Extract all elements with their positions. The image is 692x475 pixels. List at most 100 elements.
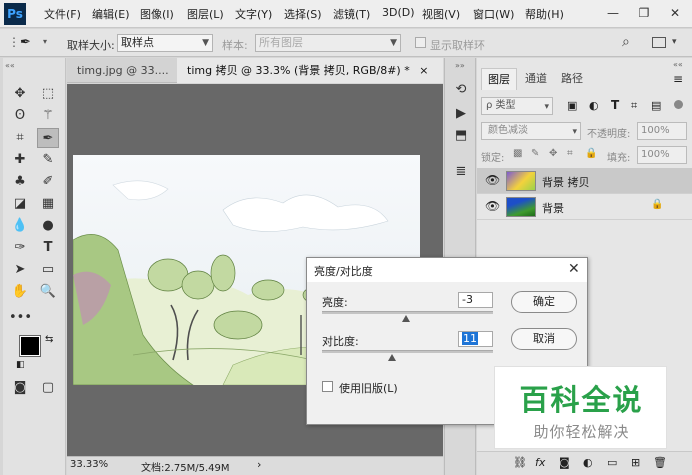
sample-select[interactable]: 所有图层 ▼ xyxy=(255,34,401,52)
preset-dropdown-icon[interactable]: ▾ xyxy=(43,37,47,46)
sample-size-select[interactable]: 取样点 ▼ xyxy=(117,34,213,52)
tab-paths[interactable]: 路径 xyxy=(555,68,589,90)
zoom-level[interactable]: 33.33% xyxy=(70,459,108,470)
eraser-tool-icon[interactable]: ◪ xyxy=(9,194,31,214)
filter-toggle-icon[interactable] xyxy=(674,100,683,109)
menu-filter[interactable]: 滤镜(T) xyxy=(333,6,370,22)
show-ring-checkbox[interactable] xyxy=(415,37,426,48)
filter-shape-icon[interactable]: ⌗ xyxy=(631,99,637,113)
brush-tool-icon[interactable]: ✎ xyxy=(37,150,59,170)
blur-tool-icon[interactable]: 💧 xyxy=(9,216,31,236)
minimize-button[interactable]: — xyxy=(598,4,628,22)
filter-type-icon[interactable]: T xyxy=(611,98,619,112)
menu-file[interactable]: 文件(F) xyxy=(44,6,81,22)
collapse-arrows-icon[interactable]: »» xyxy=(455,61,465,70)
close-window-button[interactable]: ✕ xyxy=(660,4,690,22)
lock-transparency-icon[interactable]: ▩ xyxy=(513,148,522,159)
more-tools-icon[interactable]: ••• xyxy=(9,308,32,328)
brightness-slider-thumb[interactable] xyxy=(401,315,410,322)
actions-play-icon[interactable]: ▶ xyxy=(451,104,471,124)
restore-button[interactable]: ❐ xyxy=(629,4,659,22)
menu-edit[interactable]: 编辑(E) xyxy=(92,6,130,22)
zoom-tool-icon[interactable]: 🔍 xyxy=(37,282,59,302)
visibility-eye-icon[interactable]: 👁 xyxy=(485,199,500,213)
menu-image[interactable]: 图像(I) xyxy=(140,6,174,22)
gradient-tool-icon[interactable]: ▦ xyxy=(37,194,59,214)
contrast-slider-track[interactable] xyxy=(322,350,493,353)
menu-type[interactable]: 文字(Y) xyxy=(235,6,272,22)
clone-stamp-tool-icon[interactable]: ♣ xyxy=(9,172,31,192)
legacy-checkbox[interactable] xyxy=(322,381,333,392)
dodge-tool-icon[interactable]: ● xyxy=(37,216,59,236)
tab-layers[interactable]: 图层 xyxy=(481,68,517,90)
layer-name[interactable]: 背景 拷贝 xyxy=(542,174,590,190)
lasso-tool-icon[interactable]: ʘ xyxy=(9,106,31,126)
layer-name[interactable]: 背景 xyxy=(542,200,564,216)
filter-smart-object-icon[interactable]: ▤ xyxy=(651,99,661,112)
properties-panel-icon[interactable]: ≣ xyxy=(451,162,471,182)
eyedropper-tool-preset-icon[interactable]: ✒ xyxy=(20,35,31,50)
history-brush-tool-icon[interactable]: ✐ xyxy=(37,172,59,192)
trash-icon[interactable]: 🗑 xyxy=(653,456,667,469)
hand-tool-icon[interactable]: ✋ xyxy=(9,282,31,302)
contrast-slider-thumb[interactable] xyxy=(387,354,396,361)
brightness-slider-track[interactable] xyxy=(322,311,493,314)
tab-timg-copy[interactable]: timg 拷贝 @ 33.3% (背景 拷贝, RGB/8#) * × xyxy=(177,58,443,83)
workspace-dropdown-icon[interactable]: ▾ xyxy=(672,37,677,47)
screen-mode-icon[interactable]: ▢ xyxy=(37,378,59,398)
add-mask-icon[interactable]: ◙ xyxy=(559,456,570,469)
path-selection-tool-icon[interactable]: ➤ xyxy=(9,260,31,280)
move-tool-icon[interactable]: ✥ xyxy=(9,84,31,104)
layer-filter-select[interactable]: ρ 类型 ▾ xyxy=(481,97,553,115)
pen-tool-icon[interactable]: ✑ xyxy=(9,238,31,258)
menu-help[interactable]: 帮助(H) xyxy=(525,6,564,22)
status-menu-arrow-icon[interactable]: › xyxy=(257,458,261,471)
close-icon[interactable]: ✕ xyxy=(568,261,580,277)
brightness-input[interactable]: -3 xyxy=(458,292,493,308)
collapse-arrows-icon[interactable]: «« xyxy=(5,61,15,70)
collapse-arrows-icon[interactable]: «« xyxy=(673,60,683,69)
type-tool-icon[interactable]: T xyxy=(37,238,59,258)
blend-mode-select[interactable]: 颜色减淡 ▾ xyxy=(481,122,581,140)
quick-mask-icon[interactable]: ◙ xyxy=(9,378,31,398)
cancel-button[interactable]: 取消 xyxy=(511,328,577,350)
default-colors-icon[interactable]: ◧ xyxy=(16,360,25,370)
rectangle-tool-icon[interactable]: ▭ xyxy=(37,260,59,280)
fill-field[interactable]: 100% xyxy=(637,146,687,164)
magic-wand-tool-icon[interactable]: ⚚ xyxy=(37,106,59,126)
menu-layer[interactable]: 图层(L) xyxy=(187,6,224,22)
menu-3d[interactable]: 3D(D) xyxy=(382,6,415,19)
tab-timg-jpg[interactable]: timg.jpg @ 33.... × xyxy=(67,58,189,83)
lock-artboard-icon[interactable]: ⌗ xyxy=(567,148,573,159)
lock-pixels-icon[interactable]: ✎ xyxy=(531,148,539,159)
ok-button[interactable]: 确定 xyxy=(511,291,577,313)
lock-all-icon[interactable]: 🔒 xyxy=(585,148,597,159)
eyedropper-tool-icon[interactable]: ✒ xyxy=(37,128,59,148)
adjustment-layer-icon[interactable]: ◐ xyxy=(583,456,593,469)
layer-row-background-copy[interactable]: 👁 背景 拷贝 xyxy=(477,168,692,194)
link-layers-icon[interactable]: ⛓ xyxy=(513,456,527,469)
menu-select[interactable]: 选择(S) xyxy=(284,6,322,22)
opacity-field[interactable]: 100% xyxy=(637,122,687,140)
foreground-color-swatch[interactable] xyxy=(19,335,41,357)
crop-tool-icon[interactable]: ⌗ xyxy=(9,128,31,148)
menu-view[interactable]: 视图(V) xyxy=(422,6,460,22)
workspace-icon[interactable] xyxy=(652,37,666,48)
marquee-tool-icon[interactable]: ⬚ xyxy=(37,84,59,104)
filter-adjustment-icon[interactable]: ◐ xyxy=(589,99,599,112)
history-panel-icon[interactable]: ⟲ xyxy=(451,80,471,100)
3d-panel-icon[interactable]: ⬒ xyxy=(451,126,471,146)
fx-icon[interactable]: fx xyxy=(535,456,545,469)
contrast-input[interactable]: 11 xyxy=(458,331,493,347)
layer-row-background[interactable]: 👁 背景 🔒 xyxy=(477,194,692,220)
visibility-eye-icon[interactable]: 👁 xyxy=(485,173,500,187)
tab-channels[interactable]: 通道 xyxy=(519,68,553,90)
menu-window[interactable]: 窗口(W) xyxy=(473,6,514,22)
filter-pixel-icon[interactable]: ▣ xyxy=(567,99,577,112)
close-tab-icon[interactable]: × xyxy=(419,64,428,77)
lock-position-icon[interactable]: ✥ xyxy=(549,148,557,159)
search-icon[interactable]: ⌕ xyxy=(622,34,630,50)
new-layer-icon[interactable]: ⊞ xyxy=(631,456,640,469)
swap-colors-icon[interactable]: ⇆ xyxy=(45,334,53,345)
healing-brush-tool-icon[interactable]: ✚ xyxy=(9,150,31,170)
